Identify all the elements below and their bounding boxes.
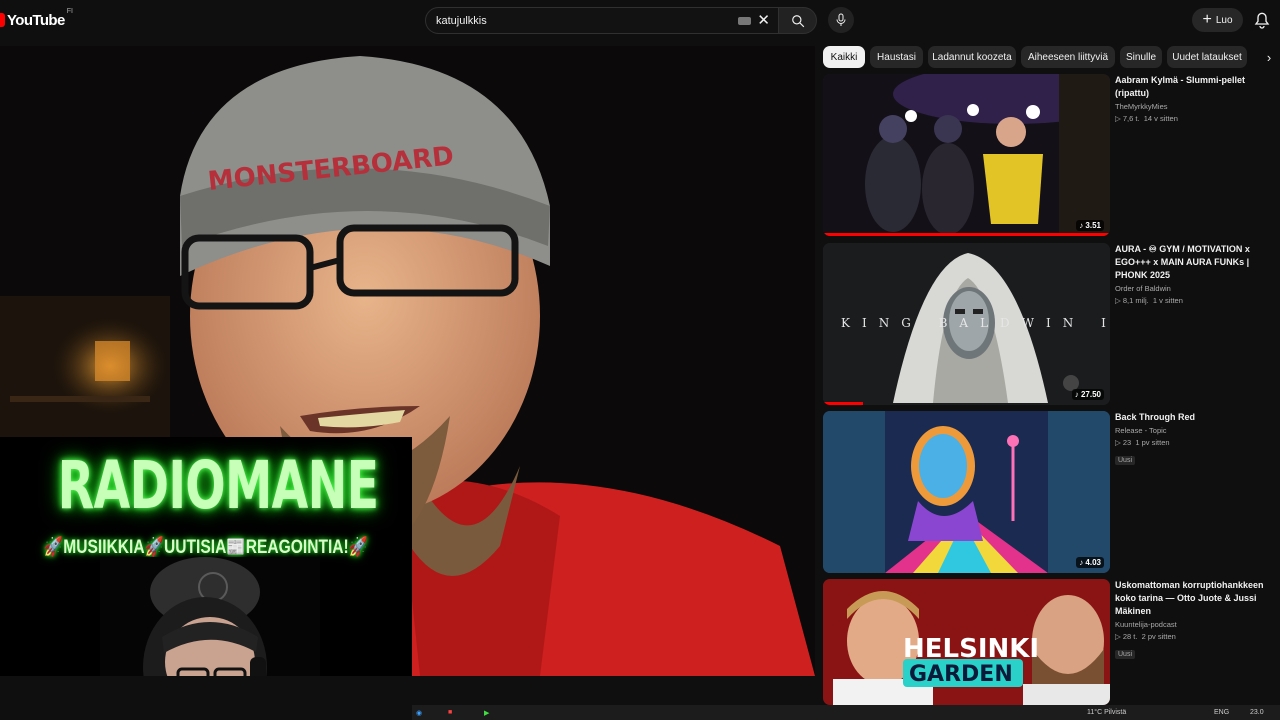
- search-box[interactable]: ✕: [425, 7, 779, 34]
- overlay-title: RADIOMANE: [57, 447, 379, 524]
- video-meta: Aabram Kylmä - Slummi-pellet (ripattu) T…: [1115, 74, 1280, 125]
- video-meta: Back Through Red Release - Topic ▷ 23 1 …: [1115, 411, 1280, 467]
- new-badge: Uusi: [1115, 456, 1136, 465]
- thumbnail-text: KING BALDWIN IV: [841, 316, 1110, 330]
- recommendation-item[interactable]: ♪ 4.03 Back Through Red Release - Topic …: [823, 411, 1280, 573]
- search-button[interactable]: [778, 7, 817, 34]
- watch-progress-bar: [823, 233, 1110, 236]
- recommendation-item[interactable]: KING BALDWIN IV ♪ 27.50 AURA - ♾ GYM / M…: [823, 243, 1280, 405]
- microphone-icon: [836, 13, 846, 26]
- app-icon[interactable]: ■: [448, 709, 452, 716]
- chip-kaikki[interactable]: Kaikki: [823, 46, 865, 68]
- os-taskbar: ◉ ■ ▶ 11°C Pilvistä ENG 23.0: [412, 705, 1280, 720]
- clock[interactable]: 23.0: [1250, 709, 1264, 716]
- app-icon[interactable]: ▶: [484, 709, 489, 717]
- video-stats: ▷ 7,6 t. 14 v sitten: [1115, 114, 1178, 123]
- country-code: FI: [66, 8, 73, 15]
- logo-text: YouTube: [7, 11, 65, 29]
- channel-name[interactable]: TheMyrkkyMies: [1115, 102, 1280, 112]
- youtube-play-icon: [0, 13, 5, 27]
- video-thumbnail[interactable]: KING BALDWIN IV ♪ 27.50: [823, 243, 1110, 405]
- watch-progress-bar: [823, 402, 864, 405]
- video-title[interactable]: Aabram Kylmä - Slummi-pellet (ripattu): [1115, 74, 1280, 100]
- video-title[interactable]: AURA - ♾ GYM / MOTIVATION x EGO+++ x MAI…: [1115, 243, 1280, 282]
- chip-haustasi[interactable]: Haustasi: [870, 46, 923, 68]
- notifications-bell-icon[interactable]: [1254, 11, 1270, 29]
- video-thumbnail[interactable]: ♪ 3.51: [823, 74, 1110, 236]
- keyboard-icon[interactable]: [738, 16, 752, 25]
- search-input[interactable]: [436, 14, 739, 27]
- recommendation-item[interactable]: HELSINKI GARDEN Uskomattoman korruptioha…: [823, 579, 1280, 705]
- channel-name[interactable]: Release - Topic: [1115, 426, 1280, 436]
- video-thumbnail[interactable]: HELSINKI GARDEN: [823, 579, 1110, 705]
- create-label: Luo: [1215, 14, 1233, 26]
- plus-icon: +: [1202, 11, 1212, 28]
- duration-badge: ♪ 3.51: [1076, 220, 1104, 231]
- video-title[interactable]: Back Through Red: [1115, 411, 1280, 424]
- channel-name[interactable]: Kuuntelija-podcast: [1115, 620, 1280, 630]
- recommendation-item[interactable]: ♪ 3.51 Aabram Kylmä - Slummi-pellet (rip…: [823, 74, 1280, 236]
- video-stats: ▷ 28 t. 2 pv sitten: [1115, 632, 1176, 641]
- chip-uudet-lataukset[interactable]: Uudet lataukset: [1167, 46, 1247, 68]
- video-meta: AURA - ♾ GYM / MOTIVATION x EGO+++ x MAI…: [1115, 243, 1280, 307]
- video-player[interactable]: MONSTERBOARD RADIOMANE 🚀MUSIIKKIA🚀UUTISI…: [0, 46, 815, 676]
- video-stats: ▷ 23 1 pv sitten: [1115, 438, 1170, 447]
- voice-search-button[interactable]: [828, 7, 854, 33]
- thumbnail-image: [823, 74, 1110, 236]
- video-thumbnail[interactable]: ♪ 4.03: [823, 411, 1110, 573]
- search-icon: [791, 14, 804, 27]
- video-title[interactable]: Uskomattoman korruptiohankkeen koko tari…: [1115, 579, 1280, 618]
- create-button[interactable]: + Luo: [1192, 8, 1243, 32]
- clear-icon[interactable]: ✕: [757, 13, 770, 28]
- chip-sinulle[interactable]: Sinulle: [1120, 46, 1162, 68]
- thumbnail-image: KING BALDWIN IV: [823, 243, 1110, 405]
- thumbnail-image: HELSINKI GARDEN: [823, 579, 1110, 705]
- thumbnail-image: [823, 411, 1110, 573]
- chevron-right-icon[interactable]: ›: [1258, 46, 1280, 68]
- webcam-feed: [100, 557, 320, 676]
- browser-icon[interactable]: ◉: [416, 709, 422, 717]
- youtube-logo[interactable]: YouTube FI: [0, 8, 73, 30]
- top-bar: YouTube FI ✕ + Luo: [0, 0, 1280, 40]
- video-stats: ▷ 8,1 milj. 1 v sitten: [1115, 296, 1183, 305]
- filter-chip-bar: Kaikki Haustasi Ladannut koozeta Aiheese…: [822, 46, 1280, 70]
- thumbnail-text-2: GARDEN: [909, 662, 1013, 687]
- duration-badge: ♪ 4.03: [1076, 557, 1104, 568]
- chip-ladannut[interactable]: Ladannut koozeta: [928, 46, 1016, 68]
- new-badge: Uusi: [1115, 650, 1136, 659]
- video-meta: Uskomattoman korruptiohankkeen koko tari…: [1115, 579, 1280, 661]
- streamer-overlay: RADIOMANE 🚀MUSIIKKIA🚀UUTISIA📰REAGOINTIA!…: [0, 437, 412, 676]
- channel-name[interactable]: Order of Baldwin: [1115, 284, 1280, 294]
- language-indicator[interactable]: ENG: [1214, 709, 1229, 716]
- duration-badge: ♪ 27.50: [1071, 389, 1104, 400]
- chip-aiheeseen-liittyvia[interactable]: Aiheeseen liittyviä: [1021, 46, 1115, 68]
- weather-status[interactable]: 11°C Pilvistä: [1087, 709, 1126, 716]
- overlay-tagline: 🚀MUSIIKKIA🚀UUTISIA📰REAGOINTIA!🚀: [43, 537, 369, 558]
